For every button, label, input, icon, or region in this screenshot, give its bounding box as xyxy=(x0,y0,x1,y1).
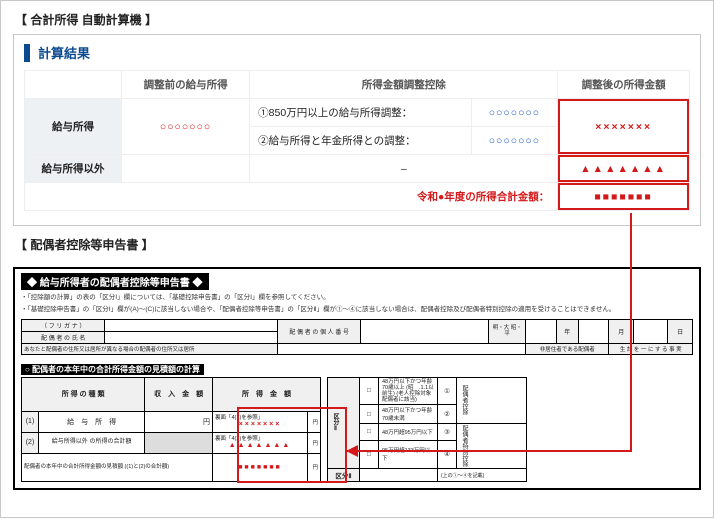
opt1-no: ① xyxy=(438,377,457,404)
furigana-label: （ フ リ ガ ナ ） xyxy=(22,319,105,331)
row-other-label: 給与所得以外 xyxy=(25,155,122,183)
opt1: 48万円以下かつ年齢70歳以上 (昭 .1.1以前生) (老人控除対象配偶者に該… xyxy=(379,377,438,404)
col-before: 調整前の給与所得 xyxy=(122,71,250,99)
mynumber-field[interactable] xyxy=(361,319,489,343)
other-mid: – xyxy=(250,155,558,183)
row1-yen: 円 xyxy=(308,411,321,432)
chk2[interactable]: □ xyxy=(360,405,379,424)
col-rev: 収 入 金 額 xyxy=(145,377,213,411)
opt2-no: ② xyxy=(438,405,457,424)
birth-m-unit: 月 xyxy=(609,319,634,343)
form-note2: ・「基礎控除申告書」の「区分Ⅰ」欄が(A)～(C)に該当しない場合や、「配偶者控… xyxy=(21,306,693,314)
row1-no: (1) xyxy=(22,411,39,432)
div2-footer-blank[interactable] xyxy=(360,469,438,482)
birth-y-unit: 年 xyxy=(556,319,578,343)
calculator-section-title: 【 合計所得 自動計算機 】 xyxy=(15,11,701,28)
result-title: 計算結果 xyxy=(38,43,90,62)
other-after-value: ▲▲▲▲▲▲▲ xyxy=(580,163,667,175)
col-blank xyxy=(25,71,122,99)
name-field[interactable] xyxy=(105,331,277,343)
calculator-table: 調整前の給与所得 所得金額調整控除 調整後の所得金額 給与所得 ○○○○○○○ … xyxy=(24,70,690,211)
calculator-card: 計算結果 調整前の給与所得 所得金額調整控除 調整後の所得金額 給与所得 ○○○… xyxy=(13,34,701,226)
form-section-title: 【 配偶者控除等申告書 】 xyxy=(15,236,701,253)
row2-income-value: ▲▲▲▲▲▲▲ xyxy=(229,442,292,449)
addr-field[interactable] xyxy=(277,343,525,354)
adj1-label: ①850万円以上の給与所得調整： xyxy=(250,99,471,127)
div-hdr: 区分Ⅱ xyxy=(328,377,360,468)
income-total-label: 配偶者の本年中の合計所得金額の見積額 ((1)と(2)の合計額) xyxy=(22,453,213,482)
total-label: 令和●年度の所得合計金額： xyxy=(25,183,558,211)
name-table: （ フ リ ガ ナ ） 配 偶 者 の 個 人 番 号 明・大 昭・平 年 月 … xyxy=(21,319,693,355)
row2-no: (2) xyxy=(22,432,39,453)
chk3[interactable]: □ xyxy=(360,424,379,441)
addr-hint: あなたと配偶者の住所又は居所が異なる場合の配偶者の住所又は居所 xyxy=(22,343,278,354)
total-value: ■■■■■■■ xyxy=(594,191,652,203)
div2-footer-l: 区分Ⅱ xyxy=(328,469,360,482)
birth-m[interactable] xyxy=(578,319,609,343)
opt3: 48万円超95万円以下 xyxy=(379,424,438,441)
result-accent-bar xyxy=(24,44,30,62)
opt4: 95万円超133万円以下 xyxy=(379,440,438,469)
div2-footer-r: (上の①～④を記載) xyxy=(438,469,527,482)
income-subhead: ○ 配偶者の本年中の合計所得金額の見積額の計算 xyxy=(21,364,204,375)
era-label: 明・大 昭・平 xyxy=(489,319,526,343)
income-total-value: ■■■■■■■ xyxy=(238,464,282,471)
total-yen: 円 xyxy=(308,453,321,482)
livelihood-label: 生 計 を 一 に す る 事 実 xyxy=(609,343,693,354)
col-adjust: 所得金額調整控除 xyxy=(250,71,558,99)
row1-income-value: ××××××× xyxy=(239,421,282,428)
col-after: 調整後の所得金額 xyxy=(558,71,690,99)
adj2-label: ②給与所得と年金所得との調整： xyxy=(250,127,471,155)
income-table: 所 得 の 種 類 収 入 金 額 所 得 金 額 (1) 給 与 所 得 円 … xyxy=(21,377,321,482)
opt4-no: ④ xyxy=(438,440,457,469)
spouse-form: ◆ 給与所得者の配偶者控除等申告書 ◆ ・「控除額の計算」の表の「区分Ⅰ」欄につ… xyxy=(13,267,701,490)
col-type: 所 得 の 種 類 xyxy=(22,377,145,411)
adj2-value: ○○○○○○○ xyxy=(489,135,540,147)
side-label-1: 配偶者控除 xyxy=(460,385,469,415)
row1-rev[interactable]: 円 xyxy=(145,411,213,432)
form-note1: ・「控除額の計算」の表の「区分Ⅰ」欄については、「基礎控除申告書」の「区分Ⅰ」欄… xyxy=(21,294,693,302)
name-label: 配 偶 者 の 氏 名 xyxy=(22,331,105,343)
chk1[interactable]: □ xyxy=(360,377,379,404)
salary-after-value: ××××××× xyxy=(595,121,652,133)
row2-label: 給与所得以外 の所得の合計額 xyxy=(39,432,145,453)
row2-yen: 円 xyxy=(308,432,321,453)
birth-d-unit: 日 xyxy=(668,319,693,343)
col-inc: 所 得 金 額 xyxy=(213,377,321,411)
birth-d[interactable] xyxy=(634,319,668,343)
mynumber-label: 配 偶 者 の 個 人 番 号 xyxy=(277,319,360,343)
form-header: ◆ 給与所得者の配偶者控除等申告書 ◆ xyxy=(21,273,209,290)
furigana-field[interactable] xyxy=(105,319,277,331)
chk4[interactable]: □ xyxy=(360,440,379,469)
salary-before-value: ○○○○○○○ xyxy=(160,121,211,133)
division-table: 区分Ⅱ □ 48万円以下かつ年齢70歳以上 (昭 .1.1以前生) (老人控除対… xyxy=(327,377,527,482)
side-label-2: 配偶者特別控除 xyxy=(460,425,469,467)
adj1-value: ○○○○○○○ xyxy=(489,107,540,119)
opt2: 48万円以下かつ年齢70歳未満 xyxy=(379,405,438,424)
row-salary-label: 給与所得 xyxy=(25,99,122,155)
birth-y[interactable] xyxy=(526,319,557,343)
nonres-label: 非居住者である配偶者 xyxy=(526,343,609,354)
opt3-no: ③ xyxy=(438,424,457,441)
row1-label: 給 与 所 得 xyxy=(39,411,145,432)
